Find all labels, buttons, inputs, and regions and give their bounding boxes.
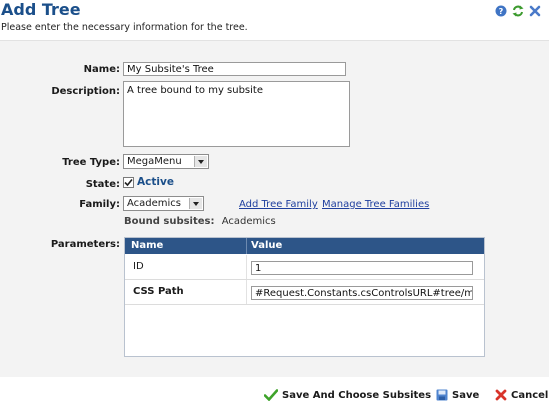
param-name-css-path: CSS Path xyxy=(133,286,184,297)
table-row: CSS Path #Request.Constants.csControlsUR… xyxy=(125,280,484,305)
description-field[interactable]: A tree bound to my subsite xyxy=(123,81,350,147)
column-divider xyxy=(246,238,247,254)
state-checkbox[interactable] xyxy=(123,176,134,188)
description-label: Description: xyxy=(51,86,120,97)
header-toolbar: ? xyxy=(495,5,541,17)
chevron-down-icon xyxy=(194,156,207,167)
family-value: Academics xyxy=(127,198,182,209)
save-and-choose-label: Save And Choose Subsites xyxy=(282,389,432,401)
parameters-label: Parameters: xyxy=(50,239,120,250)
param-value-id[interactable]: 1 xyxy=(251,261,473,275)
check-icon xyxy=(124,178,133,186)
close-icon[interactable] xyxy=(529,5,541,17)
name-label: Name: xyxy=(83,64,120,75)
param-value-css-path[interactable]: #Request.Constants.csControlsURL#tree/me… xyxy=(251,286,473,300)
cancel-button[interactable]: Cancel xyxy=(495,389,548,401)
tree-type-label: Tree Type: xyxy=(62,157,120,168)
page-title: Add Tree xyxy=(1,0,81,19)
page-subtitle: Please enter the necessary information f… xyxy=(1,22,248,33)
help-icon[interactable]: ? xyxy=(495,5,507,17)
family-select[interactable]: Academics xyxy=(123,196,204,211)
svg-text:?: ? xyxy=(499,7,504,16)
tree-type-select[interactable]: MegaMenu xyxy=(123,154,209,169)
cancel-label: Cancel xyxy=(511,389,549,401)
grid-header: Name Value xyxy=(125,238,484,254)
refresh-icon[interactable] xyxy=(512,5,524,17)
name-field[interactable]: My Subsite's Tree xyxy=(123,62,346,76)
checkmark-icon xyxy=(264,389,278,401)
add-tree-family-link[interactable]: Add Tree Family xyxy=(239,199,318,210)
bound-subsites-label: Bound subsites: xyxy=(124,216,215,227)
save-and-choose-subsites-button[interactable]: Save And Choose Subsites xyxy=(264,389,431,401)
save-icon xyxy=(436,389,448,401)
footer-toolbar: Save And Choose Subsites Save Cancel xyxy=(0,377,549,408)
manage-tree-families-link[interactable]: Manage Tree Families xyxy=(322,199,429,210)
state-label: State: xyxy=(85,179,120,190)
family-label: Family: xyxy=(79,199,120,210)
grid-header-value[interactable]: Value xyxy=(251,240,282,251)
bound-subsites-value: Academics xyxy=(221,216,276,227)
table-row: ID 1 xyxy=(125,255,484,280)
chevron-down-icon xyxy=(189,198,202,209)
param-name-id: ID xyxy=(133,261,144,272)
state-control: Active xyxy=(123,176,174,188)
grid-header-name[interactable]: Name xyxy=(131,240,163,251)
save-button[interactable]: Save xyxy=(436,389,479,401)
bound-subsites: Bound subsites: Academics xyxy=(124,216,276,227)
tree-type-value: MegaMenu xyxy=(127,156,182,167)
save-label: Save xyxy=(452,389,480,401)
parameters-grid: Name Value ID 1 CSS Path #Request.Consta… xyxy=(124,237,485,357)
close-icon xyxy=(495,389,507,401)
state-active-label: Active xyxy=(137,176,174,188)
